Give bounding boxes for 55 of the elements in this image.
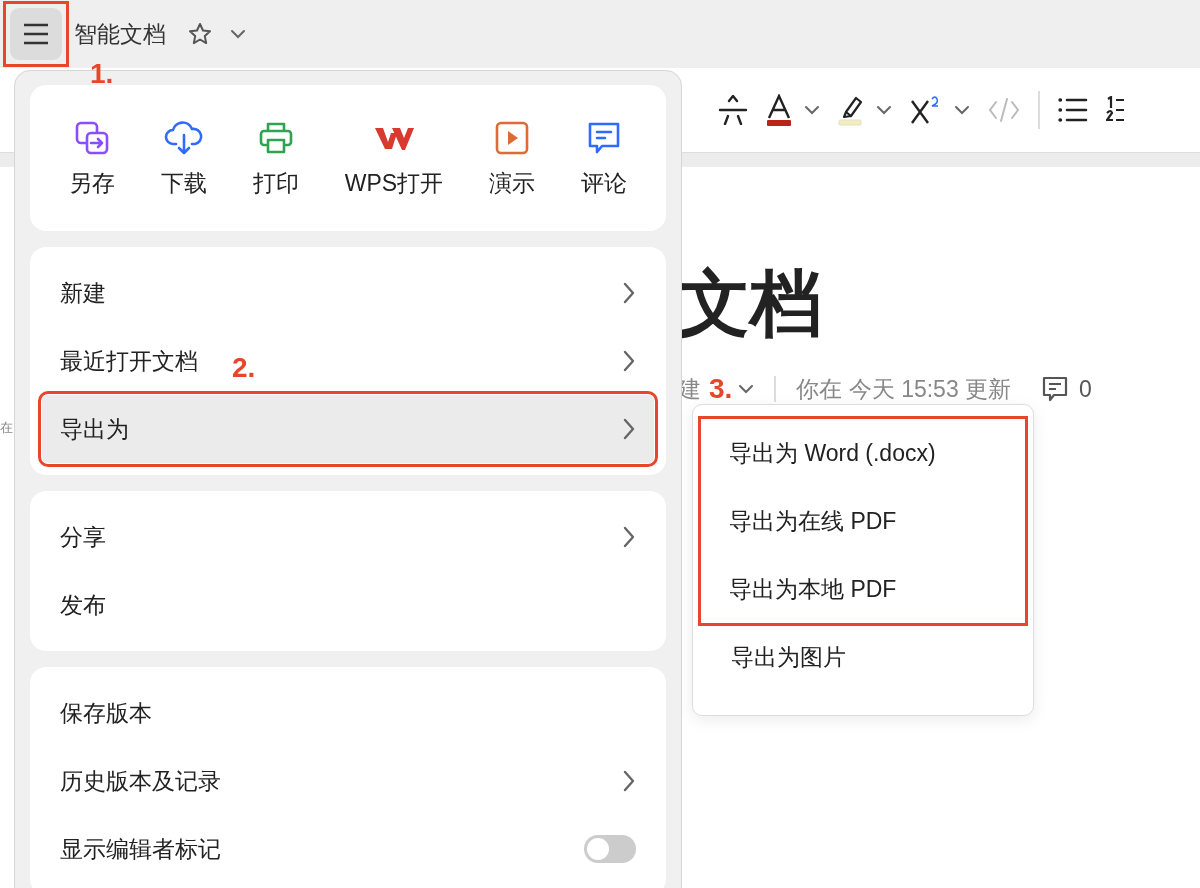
comment-icon[interactable] <box>1041 375 1070 403</box>
strikethrough-icon[interactable] <box>718 95 748 125</box>
submenu-item[interactable]: 导出为在线 PDF <box>701 487 1025 555</box>
font-color-icon[interactable] <box>766 94 792 126</box>
text-fragment: 在 <box>0 419 13 437</box>
cloud-download-icon <box>163 119 204 156</box>
menu-item[interactable]: 新建 <box>30 259 666 327</box>
comment-count: 0 <box>1079 375 1092 403</box>
quick-action-button[interactable]: WPS打开 <box>344 117 444 199</box>
annotation-number: 3. <box>709 373 733 405</box>
menu-item-label: 发布 <box>60 590 106 620</box>
quick-action-button[interactable]: 演示 <box>489 117 536 199</box>
menu-item-label: 导出为 <box>60 414 129 444</box>
quick-action-button[interactable]: 下载 <box>160 117 207 199</box>
numbered-list-icon[interactable] <box>1106 96 1124 124</box>
highlighter-icon[interactable] <box>838 94 864 126</box>
toggle-switch[interactable] <box>584 835 636 863</box>
menu-item-label: 显示编辑者标记 <box>60 834 221 864</box>
submenu-item[interactable]: 导出为本地 PDF <box>701 555 1025 623</box>
chevron-right-icon <box>622 349 636 373</box>
menu-item[interactable]: 发布 <box>30 571 666 639</box>
menu-item[interactable]: 保存版本 <box>30 679 666 747</box>
menu-item[interactable]: 显示编辑者标记 <box>30 815 666 883</box>
menu-item-label: 分享 <box>60 522 106 552</box>
caret-icon[interactable] <box>230 29 246 39</box>
menu-item-label: 保存版本 <box>60 698 152 728</box>
quick-action-button[interactable]: 另存 <box>68 117 115 199</box>
menu-item-label: 历史版本及记录 <box>60 766 221 796</box>
quick-action-button[interactable]: 打印 <box>252 117 299 199</box>
copy-arrow-icon <box>73 119 110 156</box>
chevron-right-icon <box>622 281 636 305</box>
chevron-right-icon <box>622 525 636 549</box>
menu-icon <box>23 23 49 45</box>
play-icon <box>494 119 531 156</box>
menu-item-label: 新建 <box>60 278 106 308</box>
menu-item[interactable]: 最近打开文档 2. <box>30 327 666 395</box>
quick-action-button[interactable]: 评论 <box>580 117 627 199</box>
menu-item[interactable]: 历史版本及记录 <box>30 747 666 815</box>
annotation-number: 1. <box>90 58 114 90</box>
annotation-number: 2. <box>232 352 256 384</box>
bullet-list-icon[interactable] <box>1058 96 1088 124</box>
caret-icon[interactable] <box>738 384 755 394</box>
document-title: 智能文档 <box>74 19 166 49</box>
menu-item-label: 最近打开文档 <box>60 346 198 376</box>
star-icon[interactable] <box>188 22 212 46</box>
caret-icon[interactable] <box>954 105 970 115</box>
menu-item[interactable]: 分享 <box>30 503 666 571</box>
submenu-item[interactable]: 导出为图片 <box>701 623 1025 691</box>
document-heading: 文档 <box>678 267 823 339</box>
update-info: 你在 今天 15:53 更新 <box>796 374 1012 404</box>
chevron-right-icon <box>622 769 636 793</box>
caret-icon[interactable] <box>804 105 820 115</box>
chevron-right-icon <box>622 417 636 441</box>
submenu-item[interactable]: 导出为 Word (.docx) <box>701 419 1025 487</box>
caret-icon[interactable] <box>876 105 892 115</box>
